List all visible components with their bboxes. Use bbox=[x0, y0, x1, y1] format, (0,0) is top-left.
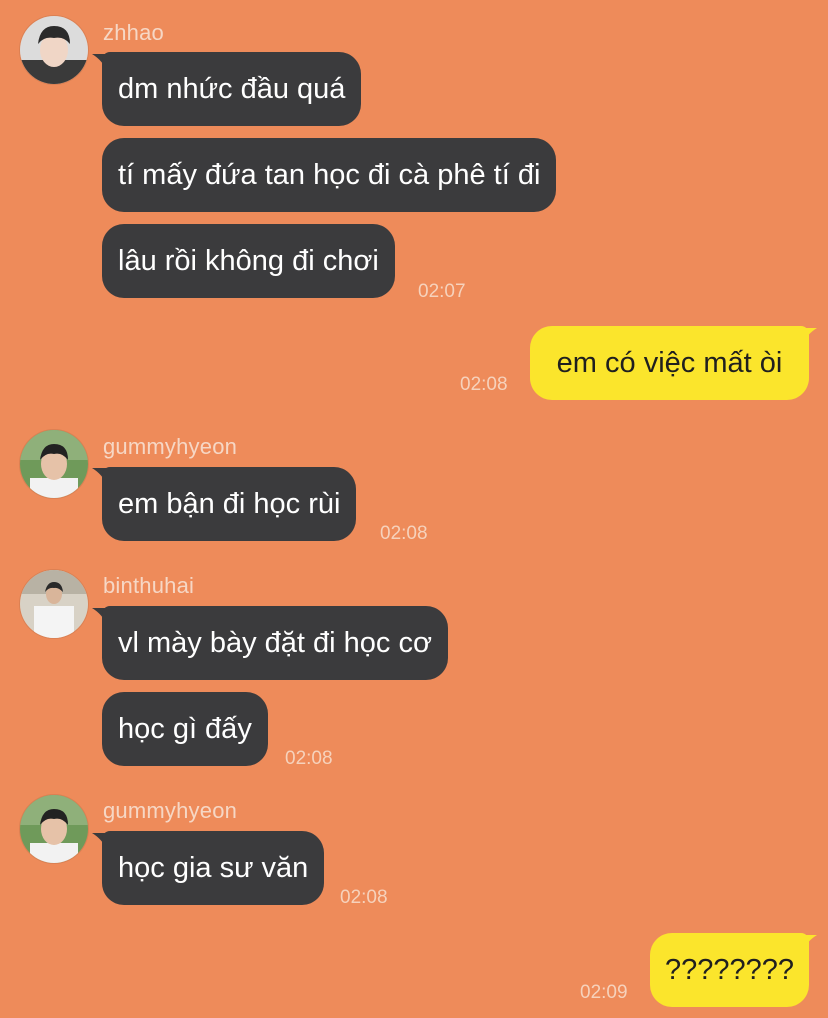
message-bubble[interactable]: lâu rồi không đi chơi bbox=[102, 224, 395, 298]
avatar-gummyhyeon[interactable] bbox=[20, 430, 88, 498]
bubble-tail bbox=[801, 935, 817, 953]
bubble-tail bbox=[801, 328, 817, 346]
message-text: lâu rồi không đi chơi bbox=[118, 244, 379, 277]
message-bubble[interactable]: tí mấy đứa tan học đi cà phê tí đi bbox=[102, 138, 557, 212]
sender-name: gummyhyeon bbox=[103, 798, 238, 823]
message-bubble[interactable]: vl mày bày đặt đi học cơ bbox=[102, 606, 448, 680]
sender-name: zhhao bbox=[103, 20, 164, 45]
message-timestamp: 02:08 bbox=[380, 523, 428, 544]
sender-name: gummyhyeon bbox=[103, 434, 238, 459]
avatar-binthuhai[interactable] bbox=[20, 570, 88, 638]
my-message-bubble[interactable]: em có việc mất òi bbox=[530, 326, 809, 400]
chat-thread: zhhao dm nhức đầu quá tí mấy đứa tan học… bbox=[0, 0, 828, 1018]
message-timestamp: 02:08 bbox=[340, 887, 388, 908]
my-message-bubble[interactable]: ???????? bbox=[650, 933, 809, 1007]
avatar-gummyhyeon[interactable] bbox=[20, 795, 88, 863]
message-text: học gì đấy bbox=[118, 712, 252, 745]
avatar-gummyhyeon-image bbox=[20, 430, 88, 498]
message-timestamp: 02:08 bbox=[460, 374, 508, 395]
message-text: em có việc mất òi bbox=[556, 346, 783, 379]
message-text: vl mày bày đặt đi học cơ bbox=[118, 626, 432, 659]
message-text: ???????? bbox=[664, 953, 795, 986]
avatar-binthuhai-image bbox=[20, 570, 88, 638]
message-text: dm nhức đầu quá bbox=[118, 72, 346, 105]
message-timestamp: 02:09 bbox=[580, 982, 628, 1003]
message-timestamp: 02:07 bbox=[418, 281, 466, 302]
message-text: tí mấy đứa tan học đi cà phê tí đi bbox=[118, 158, 541, 191]
sender-name: binthuhai bbox=[103, 573, 195, 598]
message-text: học gia sư văn bbox=[118, 851, 309, 884]
message-bubble[interactable]: học gia sư văn bbox=[102, 831, 325, 905]
message-bubble[interactable]: dm nhức đầu quá bbox=[102, 52, 362, 126]
avatar-gummyhyeon-image bbox=[20, 795, 88, 863]
message-bubble[interactable]: học gì đấy bbox=[102, 692, 268, 766]
message-timestamp: 02:08 bbox=[285, 748, 333, 769]
avatar-zhhao[interactable] bbox=[20, 16, 88, 84]
message-text: em bận đi học rùi bbox=[118, 487, 341, 520]
avatar-zhhao-image bbox=[20, 16, 88, 84]
message-bubble[interactable]: em bận đi học rùi bbox=[102, 467, 357, 541]
